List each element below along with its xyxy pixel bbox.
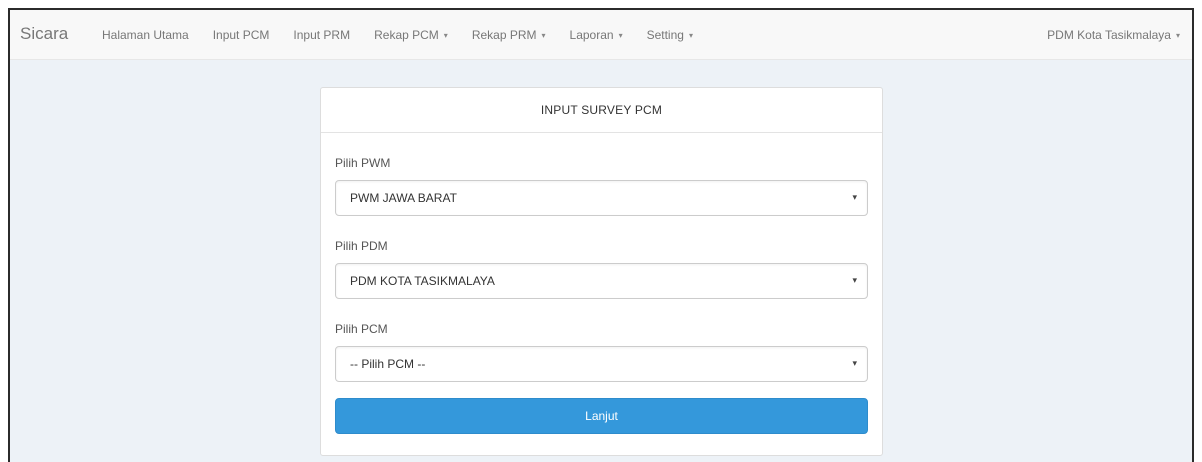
nav-item-input-pcm[interactable]: Input PCM xyxy=(201,28,282,42)
pwm-selected-value: PWM JAWA BARAT xyxy=(350,191,457,205)
survey-form-panel: INPUT SURVEY PCM Pilih PWM PWM JAWA BARA… xyxy=(320,87,883,456)
form-body: Pilih PWM PWM JAWA BARAT ▾ Pilih PDM PDM… xyxy=(321,156,882,434)
nav-item-label: Rekap PCM xyxy=(374,28,439,42)
pcm-select[interactable]: -- Pilih PCM -- ▾ xyxy=(335,346,868,382)
chevron-down-icon: ▾ xyxy=(852,275,857,285)
nav-item-label: Laporan xyxy=(569,28,614,42)
chevron-down-icon: ▾ xyxy=(852,358,857,368)
pdm-select[interactable]: PDM KOTA TASIKMALAYA ▾ xyxy=(335,263,868,299)
chevron-down-icon: ▾ xyxy=(852,192,857,202)
brand-link[interactable]: Sicara xyxy=(20,24,68,44)
lanjut-button[interactable]: Lanjut xyxy=(335,398,868,434)
pcm-selected-value: -- Pilih PCM -- xyxy=(350,357,426,371)
pdm-selected-value: PDM KOTA TASIKMALAYA xyxy=(350,274,495,288)
nav-menu: Halaman Utama Input PCM Input PRM Rekap … xyxy=(90,10,705,60)
nav-item-halaman-utama[interactable]: Halaman Utama xyxy=(90,28,201,42)
nav-item-label: Rekap PRM xyxy=(471,28,537,42)
nav-item-label: Halaman Utama xyxy=(102,28,189,42)
pwm-select[interactable]: PWM JAWA BARAT ▾ xyxy=(335,180,868,216)
nav-dropdown-laporan[interactable]: Laporan ▾ xyxy=(558,28,635,42)
pdm-label: Pilih PDM xyxy=(335,239,388,253)
pwm-label: Pilih PWM xyxy=(335,156,391,170)
nav-item-label: Input PCM xyxy=(212,28,270,42)
user-menu-label: PDM Kota Tasikmalaya xyxy=(1047,28,1171,42)
nav-item-label: Setting xyxy=(646,28,684,42)
caret-down-icon: ▾ xyxy=(618,30,623,40)
caret-down-icon: ▾ xyxy=(443,30,448,40)
nav-item-input-prm[interactable]: Input PRM xyxy=(281,28,362,42)
panel-title: INPUT SURVEY PCM xyxy=(321,88,882,133)
nav-dropdown-rekap-prm[interactable]: Rekap PRM ▾ xyxy=(460,28,558,42)
caret-down-icon: ▾ xyxy=(541,30,546,40)
user-menu-dropdown[interactable]: PDM Kota Tasikmalaya ▾ xyxy=(1047,10,1180,60)
caret-down-icon: ▾ xyxy=(1175,30,1180,40)
nav-dropdown-setting[interactable]: Setting ▾ xyxy=(635,28,705,42)
app-window: Sicara Halaman Utama Input PCM Input PRM… xyxy=(8,8,1194,462)
pcm-label: Pilih PCM xyxy=(335,322,388,336)
top-navbar: Sicara Halaman Utama Input PCM Input PRM… xyxy=(10,10,1192,60)
caret-down-icon: ▾ xyxy=(688,30,693,40)
nav-dropdown-rekap-pcm[interactable]: Rekap PCM ▾ xyxy=(362,28,460,42)
nav-item-label: Input PRM xyxy=(293,28,351,42)
